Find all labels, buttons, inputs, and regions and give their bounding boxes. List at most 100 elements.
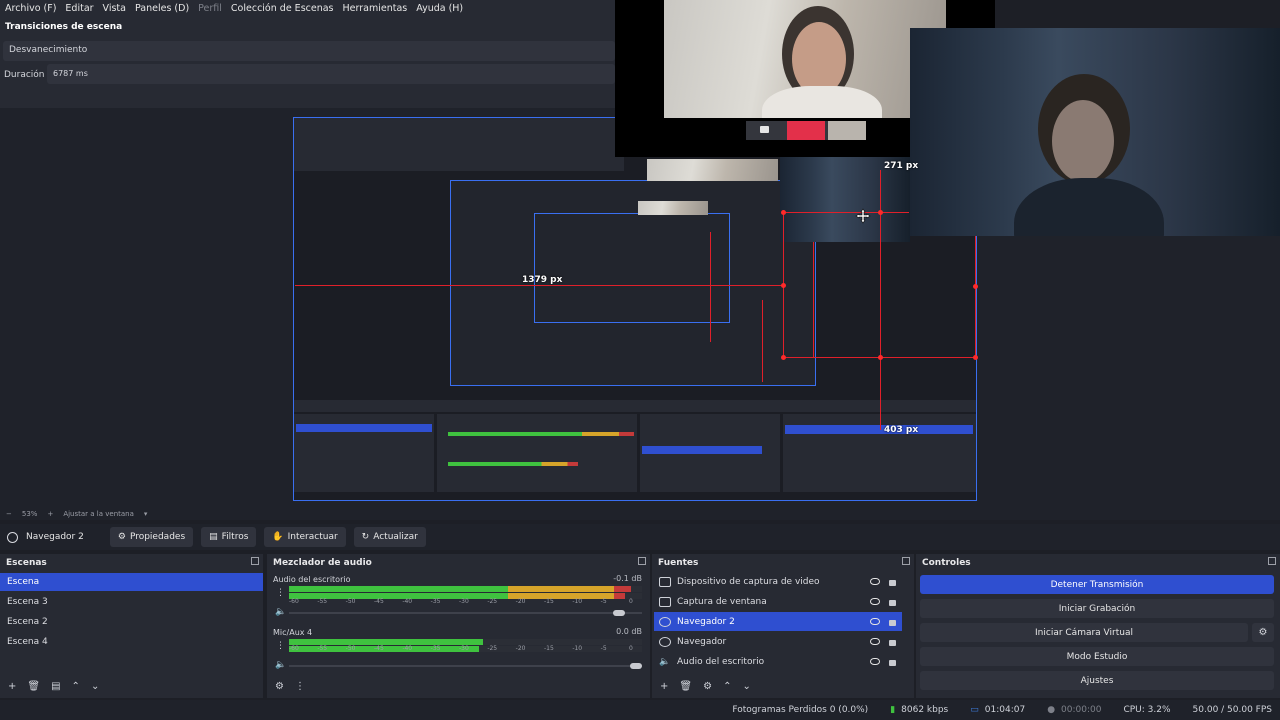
transform-handle[interactable] [973, 284, 978, 289]
gear-icon: ⚙ [1258, 627, 1268, 638]
eye-icon[interactable] [870, 578, 880, 585]
add-icon[interactable]: + [8, 681, 16, 692]
chevron-down-icon[interactable]: ▾ [144, 510, 148, 518]
scene-item[interactable]: Escena [0, 573, 263, 591]
volume-slider-knob[interactable] [630, 663, 642, 669]
bitrate: 8062 kbps [901, 705, 949, 715]
transform-handle[interactable] [973, 355, 978, 360]
interact-button[interactable]: ✋ Interactuar [264, 527, 346, 547]
transform-handle[interactable] [781, 210, 786, 215]
zoom-fit-select[interactable]: Ajustar a la ventana [63, 510, 134, 518]
duration-field[interactable]: 6787 ms [47, 64, 615, 84]
refresh-button[interactable]: ↻ Actualizar [353, 527, 426, 547]
menu-archivo[interactable]: Archivo (F) [5, 3, 56, 14]
signal-bars-icon: ▮ [890, 705, 896, 715]
transitions-title: Transiciones de escena [5, 22, 123, 32]
scene-item[interactable]: Escena 3 [0, 593, 263, 611]
sources-dock: Fuentes Dispositivo de captura de video … [652, 554, 914, 698]
kebab-icon[interactable]: ⋮ [276, 588, 285, 598]
scene-item[interactable]: Escena 2 [0, 613, 263, 631]
source-item[interactable]: Dispositivo de captura de video [654, 572, 902, 591]
add-icon[interactable]: + [660, 681, 668, 692]
volume-slider[interactable] [289, 665, 642, 667]
settings-button[interactable]: Ajustes [920, 671, 1274, 690]
menu-editar[interactable]: Editar [65, 3, 93, 14]
menu-herramientas[interactable]: Herramientas [343, 3, 408, 14]
selected-source-name: Navegador 2 [26, 532, 84, 542]
menu-colecciones[interactable]: Colección de Escenas [231, 3, 334, 14]
properties-button[interactable]: ⚙ Propiedades [109, 527, 194, 547]
lock-icon[interactable] [889, 640, 896, 646]
lock-icon[interactable] [889, 660, 896, 666]
eye-icon[interactable] [870, 598, 880, 605]
studio-mode-button[interactable]: Modo Estudio [920, 647, 1274, 666]
lock-icon[interactable] [889, 600, 896, 606]
scene-item[interactable]: Escena 4 [0, 633, 263, 651]
guide-distance-label: 1379 px [522, 275, 563, 285]
gear-icon[interactable]: ⚙ [275, 681, 284, 692]
tick-label: -50 [345, 645, 356, 652]
tick-label: -10 [572, 645, 583, 652]
filters-button[interactable]: ▤ Filtros [201, 527, 257, 547]
nested-meter-2 [448, 462, 578, 466]
eye-icon[interactable] [870, 638, 880, 645]
source-item[interactable]: Navegador 2 [654, 612, 902, 631]
arrow-up-icon[interactable]: ⌃ [723, 681, 731, 692]
start-virtual-camera-button[interactable]: Iniciar Cámara Virtual [920, 623, 1248, 642]
trash-icon[interactable]: 🗑 [679, 681, 692, 692]
menu-perfil[interactable]: Perfil [198, 3, 222, 14]
gear-icon[interactable]: ⚙ [703, 681, 712, 692]
mixer-toolbar: ⚙ ⋮ [275, 681, 305, 692]
volume-slider[interactable] [289, 612, 642, 614]
interact-label: Interactuar [287, 532, 338, 542]
menu-paneles[interactable]: Paneles (D) [135, 3, 189, 14]
guide-distance-label: 271 px [884, 161, 919, 171]
arrow-down-icon[interactable]: ⌄ [91, 681, 99, 692]
undock-icon[interactable] [251, 557, 259, 565]
volume-slider-knob[interactable] [612, 610, 625, 616]
undock-icon[interactable] [902, 557, 910, 565]
virtual-camera-settings-button[interactable]: ⚙ [1252, 623, 1274, 642]
refresh-icon: ↻ [361, 532, 370, 542]
tick-label: -5 [600, 598, 607, 605]
menu-vista[interactable]: Vista [103, 3, 126, 14]
stream-time: 01:04:07 [984, 705, 1026, 715]
trash-icon[interactable]: 🗑 [27, 681, 40, 692]
source-item[interactable]: 🔈 Audio del escritorio [654, 652, 902, 671]
eye-icon[interactable] [870, 658, 880, 665]
menu-ayuda[interactable]: Ayuda (H) [416, 3, 463, 14]
tick-label: -10 [572, 598, 583, 605]
audio-mixer-dock: Mezclador de audio Audio del escritorio … [267, 554, 650, 698]
globe-icon [659, 636, 671, 647]
transition-select[interactable]: Desvanecimiento [3, 41, 615, 61]
lock-icon[interactable] [889, 580, 896, 586]
arrow-up-icon[interactable]: ⌃ [72, 681, 80, 692]
controls-title: Controles [922, 558, 971, 568]
kebab-icon[interactable]: ⋮ [276, 641, 285, 651]
undock-icon[interactable] [1268, 557, 1276, 565]
webcam-capture-right [910, 28, 1280, 236]
tick-label: -25 [487, 645, 498, 652]
record-time: 00:00:00 [1061, 705, 1102, 715]
transform-handle[interactable] [878, 210, 883, 215]
filter-icon[interactable]: ▤ [51, 681, 60, 692]
undock-icon[interactable] [638, 557, 646, 565]
transform-handle[interactable] [781, 355, 786, 360]
channel-db: 0.0 dB [616, 627, 642, 636]
arrow-down-icon[interactable]: ⌄ [742, 681, 750, 692]
speaker-icon[interactable]: 🔈 [275, 660, 286, 670]
kebab-icon[interactable]: ⋮ [295, 681, 305, 692]
stop-stream-button[interactable]: Detener Transmisión [920, 575, 1274, 594]
transform-handle[interactable] [781, 283, 786, 288]
lock-icon[interactable] [889, 620, 896, 626]
speaker-icon[interactable]: 🔈 [275, 607, 286, 617]
source-item[interactable]: Captura de ventana [654, 592, 902, 611]
channel-name: Mic/Aux 4 [273, 628, 313, 637]
source-item[interactable]: Navegador [654, 632, 902, 651]
zoom-out-button[interactable]: − [6, 510, 12, 518]
eye-icon[interactable] [870, 618, 880, 625]
start-recording-button[interactable]: Iniciar Grabación [920, 599, 1274, 618]
zoom-in-button[interactable]: + [47, 510, 53, 518]
recursive-capture-1 [647, 159, 778, 181]
transform-handle[interactable] [878, 355, 883, 360]
